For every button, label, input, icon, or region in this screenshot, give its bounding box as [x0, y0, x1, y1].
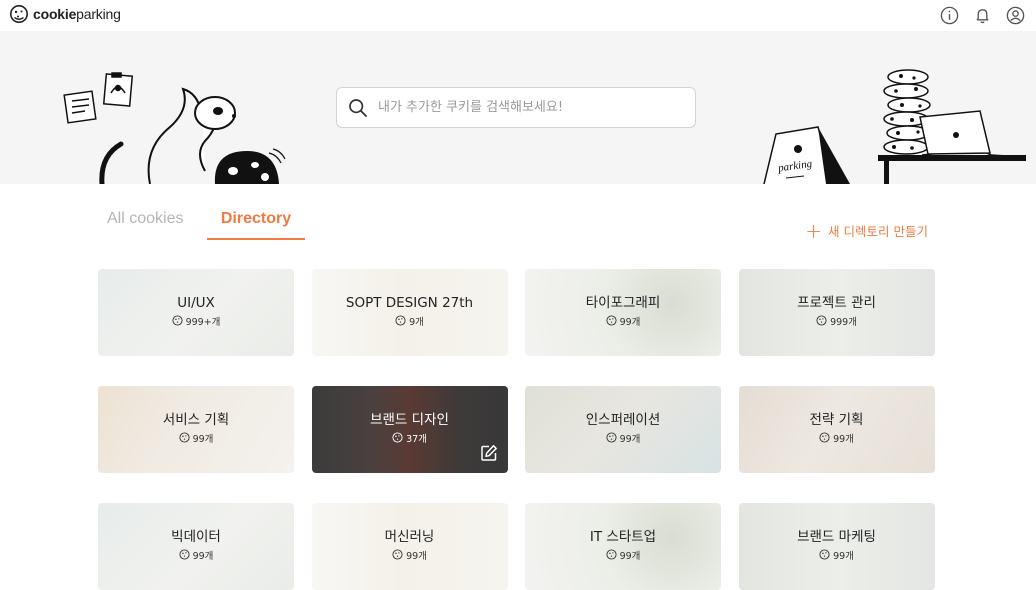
directory-card[interactable]: 인스퍼레이션 99개 [525, 386, 721, 473]
cookie-count-text: 99개 [406, 550, 427, 562]
cookie-count-text: 99개 [833, 550, 854, 562]
cookie-icon [606, 549, 617, 560]
cookie-icon [395, 315, 406, 326]
cookie-count: 99개 [179, 431, 214, 445]
cookie-icon [392, 549, 403, 560]
directory-title: 브랜드 디자인 [370, 411, 449, 428]
plus-icon: + [805, 218, 823, 243]
edit-icon[interactable] [480, 444, 498, 462]
search-input[interactable] [378, 100, 678, 115]
cookie-logo-icon [10, 5, 28, 23]
directory-card[interactable]: 머신러닝 99개 [311, 503, 508, 590]
directory-title: 브랜드 마케팅 [797, 528, 876, 545]
cookie-count-text: 999개 [830, 316, 857, 328]
directory-title: 프로젝트 관리 [797, 294, 876, 311]
directory-card-selected[interactable]: 브랜드 디자인 37개 [311, 386, 508, 473]
cookie-count: 99개 [392, 548, 427, 562]
directory-title: 서비스 기획 [162, 411, 230, 428]
directory-card[interactable]: 전략 기획 99개 [738, 386, 935, 473]
cookie-count-text: 99개 [619, 550, 641, 562]
cookie-icon [172, 315, 183, 326]
hero-illustration-right: parking [763, 69, 1026, 184]
cookie-count-text: 99개 [192, 433, 214, 445]
bell-icon[interactable] [972, 5, 993, 26]
cookie-count: 99개 [819, 431, 854, 445]
cookie-icon [392, 432, 403, 443]
cookie-count-text: 99개 [192, 550, 214, 562]
directory-title: 머신러닝 [384, 528, 435, 545]
directory-card[interactable]: 타이포그래피 99개 [525, 269, 721, 356]
search-bar[interactable] [336, 87, 696, 128]
cookie-count: 99개 [179, 548, 214, 562]
directory-title: UI/UX [177, 294, 215, 311]
tab-all-cookies[interactable]: All cookies [107, 210, 183, 228]
directory-title: 빅데이터 [171, 528, 221, 545]
cookie-count-text: 9개 [409, 316, 424, 328]
directory-card[interactable]: 프로젝트 관리 999개 [738, 269, 935, 356]
tab-bar: All cookies Directory + 새 디렉토리 만들기 [0, 200, 1036, 242]
cookie-icon [819, 549, 830, 560]
logo-text: cookieparking [33, 6, 121, 22]
cookie-count: 999개 [816, 314, 857, 328]
directory-card[interactable]: 서비스 기획 99개 [98, 386, 294, 473]
cookie-count: 37개 [392, 431, 427, 445]
tab-directory[interactable]: Directory [207, 210, 305, 240]
directory-title: 타이포그래피 [585, 294, 661, 311]
cookie-icon [816, 315, 827, 326]
directory-title: 전략 기획 [809, 411, 864, 428]
user-icon[interactable] [1005, 5, 1026, 26]
logo[interactable]: cookieparking [9, 4, 121, 24]
cookie-count-text: 37개 [406, 433, 427, 445]
cookie-count-text: 999+개 [185, 316, 221, 328]
directory-card[interactable]: UI/UX 999+개 [98, 269, 294, 356]
cookie-count: 99개 [819, 548, 854, 562]
directory-card[interactable]: 브랜드 마케팅 99개 [738, 503, 935, 590]
new-directory-label: 새 디렉토리 만들기 [828, 224, 928, 239]
directory-title: IT 스타트업 [589, 528, 657, 545]
info-icon[interactable] [939, 5, 960, 26]
top-bar: cookieparking [0, 0, 1036, 31]
cookie-icon [819, 432, 830, 443]
cookie-count-text: 99개 [619, 433, 641, 445]
search-icon [349, 98, 367, 117]
directory-card[interactable]: IT 스타트업 99개 [525, 503, 721, 590]
hero-illustration-left [63, 72, 286, 184]
cookie-count-text: 99개 [619, 316, 641, 328]
cookie-count: 9개 [395, 314, 424, 328]
cookie-icon [606, 315, 617, 326]
cookie-count: 99개 [606, 314, 641, 328]
cookie-count-text: 99개 [833, 433, 854, 445]
directory-title: 인스퍼레이션 [585, 411, 661, 428]
directory-card[interactable]: 빅데이터 99개 [98, 503, 294, 590]
cookie-icon [179, 549, 190, 560]
directory-card[interactable]: SOPT DESIGN 27th 9개 [311, 269, 508, 356]
cookie-icon [179, 432, 190, 443]
directory-title: SOPT DESIGN 27th [345, 294, 474, 311]
cookie-count: 99개 [606, 548, 641, 562]
new-directory-button[interactable]: + 새 디렉토리 만들기 [805, 218, 928, 243]
hero-banner: parking [0, 31, 1036, 184]
cookie-icon [606, 432, 617, 443]
cookie-count: 999+개 [172, 314, 221, 328]
cookie-count: 99개 [606, 431, 641, 445]
